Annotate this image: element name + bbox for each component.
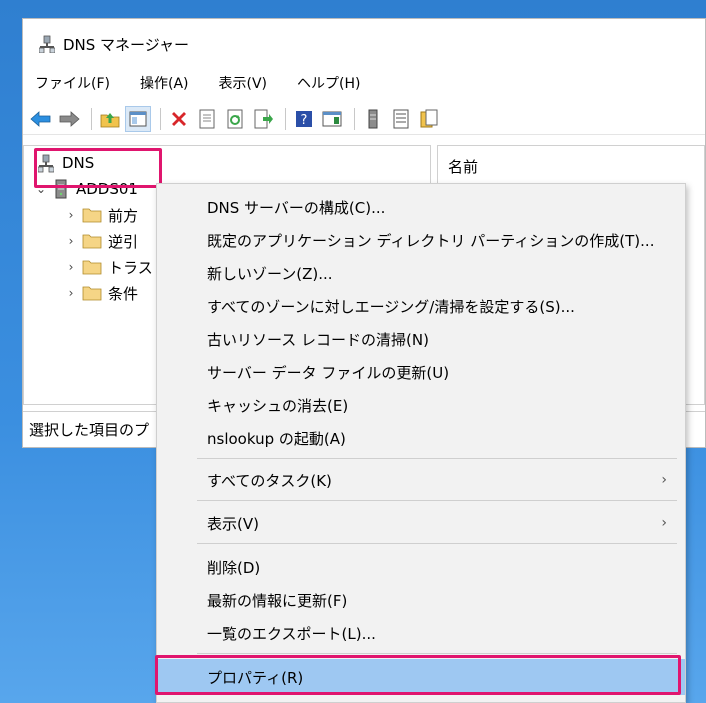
tree-label: トラス <box>108 258 153 277</box>
folder-icon <box>82 234 102 249</box>
svg-text:?: ? <box>301 113 308 128</box>
folder-icon <box>82 286 102 301</box>
menu-item-label: 表示(V) <box>207 514 259 533</box>
menu-item-delete[interactable]: 削除(D) <box>157 552 685 582</box>
tree-item-forward-zone[interactable]: › 前方 <box>64 204 138 226</box>
menu-item-scavenge-stale-records[interactable]: 古いリソース レコードの清掃(N) <box>157 324 685 354</box>
menu-separator <box>197 653 677 654</box>
chevron-right-icon[interactable]: › <box>64 286 78 300</box>
menu-help[interactable]: ヘルプ(H) <box>293 71 364 95</box>
menu-item-create-app-partition[interactable]: 既定のアプリケーション ディレクトリ パーティションの作成(T)... <box>157 225 685 255</box>
submenu-arrow-icon: › <box>661 472 667 488</box>
help-icon[interactable]: ? <box>292 107 316 131</box>
properties-icon[interactable] <box>195 107 219 131</box>
forward-arrow-icon[interactable] <box>57 107 81 131</box>
submenu-arrow-icon: › <box>661 515 667 531</box>
menu-item-refresh[interactable]: 最新の情報に更新(F) <box>157 585 685 615</box>
folder-icon <box>82 260 102 275</box>
status-text: 選択した項目のプ <box>29 421 150 439</box>
menu-separator <box>197 543 677 544</box>
server-highlight-box <box>34 148 162 188</box>
tree-label: 条件 <box>108 284 139 303</box>
folder-icon <box>82 208 102 223</box>
menu-item-all-tasks[interactable]: すべてのタスク(K) › <box>157 465 685 495</box>
menu-item-launch-nslookup[interactable]: nslookup の起動(A) <box>157 423 685 453</box>
toolbar-separator <box>285 107 286 130</box>
menu-action[interactable]: 操作(A) <box>136 71 193 95</box>
title-bar: DNS マネージャー <box>23 19 705 69</box>
menu-separator <box>197 500 677 501</box>
menu-separator <box>197 458 677 459</box>
show-hide-action-pane-icon[interactable] <box>320 107 344 131</box>
server-icon[interactable] <box>361 107 385 131</box>
menu-item-update-data-files[interactable]: サーバー データ ファイルの更新(U) <box>157 357 685 387</box>
menu-item-label: すべてのタスク(K) <box>207 471 332 490</box>
delete-icon[interactable] <box>167 107 191 131</box>
chevron-right-icon[interactable]: › <box>64 208 78 222</box>
menu-item-clear-cache[interactable]: キャッシュの消去(E) <box>157 390 685 420</box>
toolbar: ? <box>23 103 705 135</box>
chevron-right-icon[interactable]: › <box>64 260 78 274</box>
tree-item-trust-points[interactable]: › トラス <box>64 256 153 278</box>
refresh-icon[interactable] <box>223 107 247 131</box>
dns-app-icon <box>39 35 55 53</box>
tree-item-conditional-forwarders[interactable]: › 条件 <box>64 282 138 304</box>
back-arrow-icon[interactable] <box>29 107 53 131</box>
context-menu: DNS サーバーの構成(C)... 既定のアプリケーション ディレクトリ パーテ… <box>156 183 686 703</box>
menu-item-new-zone[interactable]: 新しいゾーン(Z)... <box>157 258 685 288</box>
up-folder-icon[interactable] <box>98 107 122 131</box>
toolbar-separator <box>160 107 161 130</box>
chevron-right-icon[interactable]: › <box>64 234 78 248</box>
menu-bar: ファイル(F) 操作(A) 表示(V) ヘルプ(H) <box>23 69 705 97</box>
properties-highlight-box <box>155 655 681 695</box>
show-hide-tree-icon[interactable] <box>125 105 151 132</box>
toolbar-separator <box>91 107 92 130</box>
menu-item-set-aging-scavenging[interactable]: すべてのゾーンに対しエージング/清掃を設定する(S)... <box>157 291 685 321</box>
export-list-icon[interactable] <box>251 107 275 131</box>
menu-item-export-list[interactable]: 一覧のエクスポート(L)... <box>157 618 685 648</box>
tree-label: 逆引 <box>108 232 139 251</box>
list-icon[interactable] <box>389 107 413 131</box>
tree-label: 前方 <box>108 206 139 225</box>
menu-item-configure-dns-server[interactable]: DNS サーバーの構成(C)... <box>157 192 685 222</box>
menu-item-view[interactable]: 表示(V) › <box>157 508 685 538</box>
window-title: DNS マネージャー <box>63 35 190 54</box>
menu-view[interactable]: 表示(V) <box>215 71 272 95</box>
menu-file[interactable]: ファイル(F) <box>31 71 114 95</box>
column-header-name[interactable]: 名前 <box>438 146 704 177</box>
new-window-icon[interactable] <box>417 107 441 131</box>
tree-item-reverse-zone[interactable]: › 逆引 <box>64 230 138 252</box>
toolbar-separator <box>354 107 355 130</box>
